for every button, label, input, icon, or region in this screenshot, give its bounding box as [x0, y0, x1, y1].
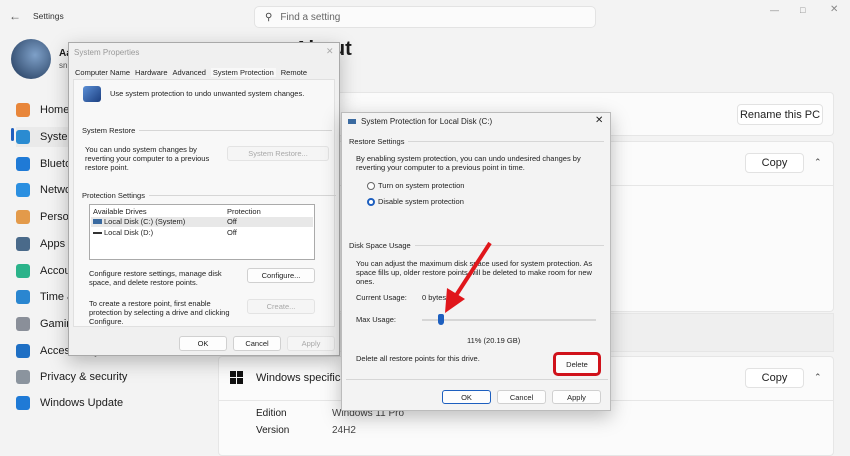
red-arrow-annotation: [445, 241, 492, 313]
